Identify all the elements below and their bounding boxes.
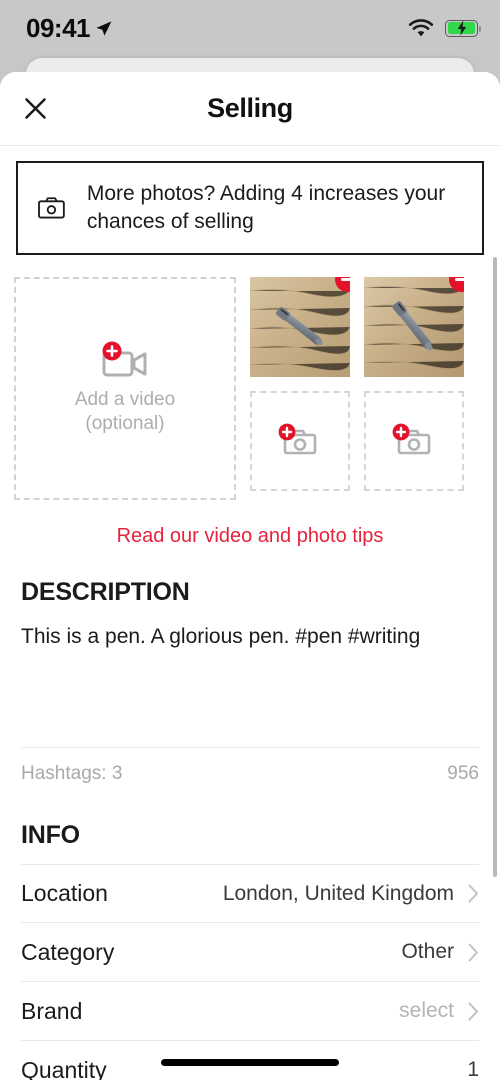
info-row-label: Quantity: [21, 1056, 107, 1080]
scroll-area: More photos? Adding 4 increases your cha…: [0, 161, 500, 1080]
more-photos-banner[interactable]: More photos? Adding 4 increases your cha…: [16, 161, 484, 255]
remove-photo-icon: [455, 278, 464, 281]
info-row-category[interactable]: Category Other: [21, 923, 479, 982]
description-input[interactable]: This is a pen. A glorious pen. #pen #wri…: [0, 623, 500, 747]
info-row-value: 1: [467, 1058, 479, 1080]
add-video-label: Add a video (optional): [75, 388, 175, 436]
chevron-right-icon: [468, 943, 478, 961]
info-list: Location London, United Kingdom Category…: [0, 864, 500, 1080]
status-bar-time: 09:41: [26, 12, 91, 43]
charging-bolt-icon: [457, 20, 466, 36]
status-bar: 09:41: [0, 0, 500, 56]
close-icon: [24, 98, 46, 119]
info-row-right: 1: [467, 1058, 479, 1080]
status-bar-time-group: 09:41: [26, 13, 113, 44]
selling-sheet: Selling More photos? Adding 4 increases …: [0, 72, 500, 1080]
remove-photo-icon: [341, 278, 350, 281]
add-video-icon: [102, 341, 147, 377]
info-row-value: Other: [401, 940, 454, 963]
photo-row-placeholders: [250, 391, 464, 491]
add-video-label-line2: (optional): [85, 413, 165, 434]
hashtag-count: Hashtags: 3: [21, 762, 123, 784]
wifi-icon: [408, 18, 434, 36]
add-video-label-line1: Add a video: [74, 389, 176, 411]
battery-charging-icon: [445, 19, 482, 37]
info-row-right: London, United Kingdom: [223, 882, 479, 906]
info-row-label: Brand: [21, 997, 83, 1024]
info-heading: INFO: [21, 821, 80, 849]
camera-icon: [38, 197, 65, 219]
info-row-value: select: [399, 999, 454, 1022]
chevron-right-icon: [468, 1002, 478, 1020]
description-meta: Hashtags: 3 956: [21, 747, 479, 799]
pen-photo-image: [250, 277, 350, 377]
more-photos-banner-text: More photos? Adding 4 increases your cha…: [86, 182, 446, 233]
add-photo-icon: [392, 423, 431, 455]
photo-tips-link[interactable]: Read our video and photo tips: [0, 525, 500, 548]
info-row-label: Location: [21, 880, 108, 906]
media-grid: Add a video (optional): [0, 277, 500, 507]
home-indicator: [161, 1059, 339, 1066]
photo-columns: [250, 277, 464, 507]
photo-thumbnail[interactable]: [250, 277, 350, 377]
photo-row-existing: [250, 277, 464, 377]
close-button[interactable]: [18, 92, 52, 126]
description-value: This is a pen. A glorious pen. #pen #wri…: [21, 625, 421, 648]
add-photo-slot[interactable]: [364, 391, 464, 491]
description-heading: DESCRIPTION: [21, 578, 190, 606]
info-row-brand[interactable]: Brand select: [21, 982, 479, 1041]
photo-thumbnail[interactable]: [364, 277, 464, 377]
page-title: Selling: [207, 93, 293, 123]
info-row-right: Other: [401, 940, 479, 964]
info-row-right: select: [399, 999, 479, 1023]
add-video-slot[interactable]: Add a video (optional): [14, 277, 236, 500]
navigation-bar: Selling: [0, 72, 500, 146]
vertical-scrollbar[interactable]: [493, 257, 497, 877]
character-counter: 956: [447, 762, 479, 784]
add-photo-icon: [278, 423, 317, 455]
location-arrow-icon: [96, 20, 112, 36]
chevron-right-icon: [468, 884, 478, 903]
add-photo-slot[interactable]: [250, 391, 350, 491]
status-bar-indicators: [408, 18, 482, 38]
pen-photo-image: [364, 277, 464, 377]
info-row-label: Category: [21, 938, 115, 965]
info-row-value: London, United Kingdom: [222, 881, 454, 905]
info-row-location[interactable]: Location London, United Kingdom: [21, 864, 479, 923]
